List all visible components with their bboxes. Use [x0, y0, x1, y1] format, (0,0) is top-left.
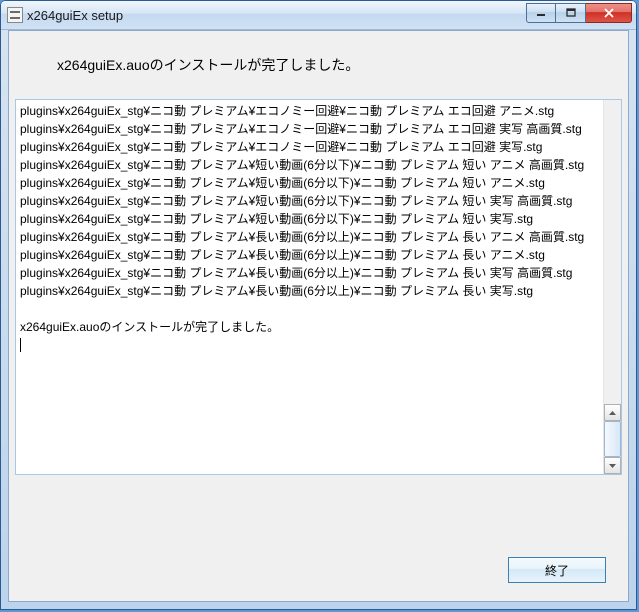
- chevron-down-icon: [609, 464, 616, 468]
- text-caret: [20, 338, 21, 352]
- vertical-scrollbar[interactable]: [603, 100, 621, 474]
- install-log-text[interactable]: plugins¥x264guiEx_stg¥ニコ動 プレミアム¥エコノミー回避¥…: [16, 100, 603, 474]
- install-complete-heading: x264guiEx.auoのインストールが完了しました。: [9, 31, 628, 99]
- finish-button[interactable]: 終了: [508, 557, 606, 583]
- maximize-icon: [566, 8, 576, 18]
- minimize-icon: [536, 8, 546, 18]
- chevron-up-icon: [609, 411, 616, 415]
- scrollbar-thumb[interactable]: [604, 421, 621, 457]
- close-button[interactable]: [586, 3, 632, 23]
- close-icon: [603, 8, 615, 18]
- scroll-up-button[interactable]: [604, 404, 621, 421]
- minimize-button[interactable]: [526, 3, 556, 23]
- client-area: x264guiEx.auoのインストールが完了しました。 plugins¥x26…: [8, 30, 629, 602]
- scroll-down-button[interactable]: [604, 457, 621, 474]
- log-panel: plugins¥x264guiEx_stg¥ニコ動 プレミアム¥エコノミー回避¥…: [15, 99, 622, 475]
- window-title: x264guiEx setup: [27, 8, 526, 23]
- titlebar[interactable]: x264guiEx setup: [1, 1, 636, 30]
- app-window: x264guiEx setup x264guiEx.auoのインストールが完了し…: [0, 0, 637, 610]
- app-icon: [7, 7, 23, 23]
- window-controls: [526, 3, 632, 23]
- finish-button-label: 終了: [545, 562, 569, 579]
- maximize-button[interactable]: [556, 3, 586, 23]
- footer: 終了: [9, 475, 628, 601]
